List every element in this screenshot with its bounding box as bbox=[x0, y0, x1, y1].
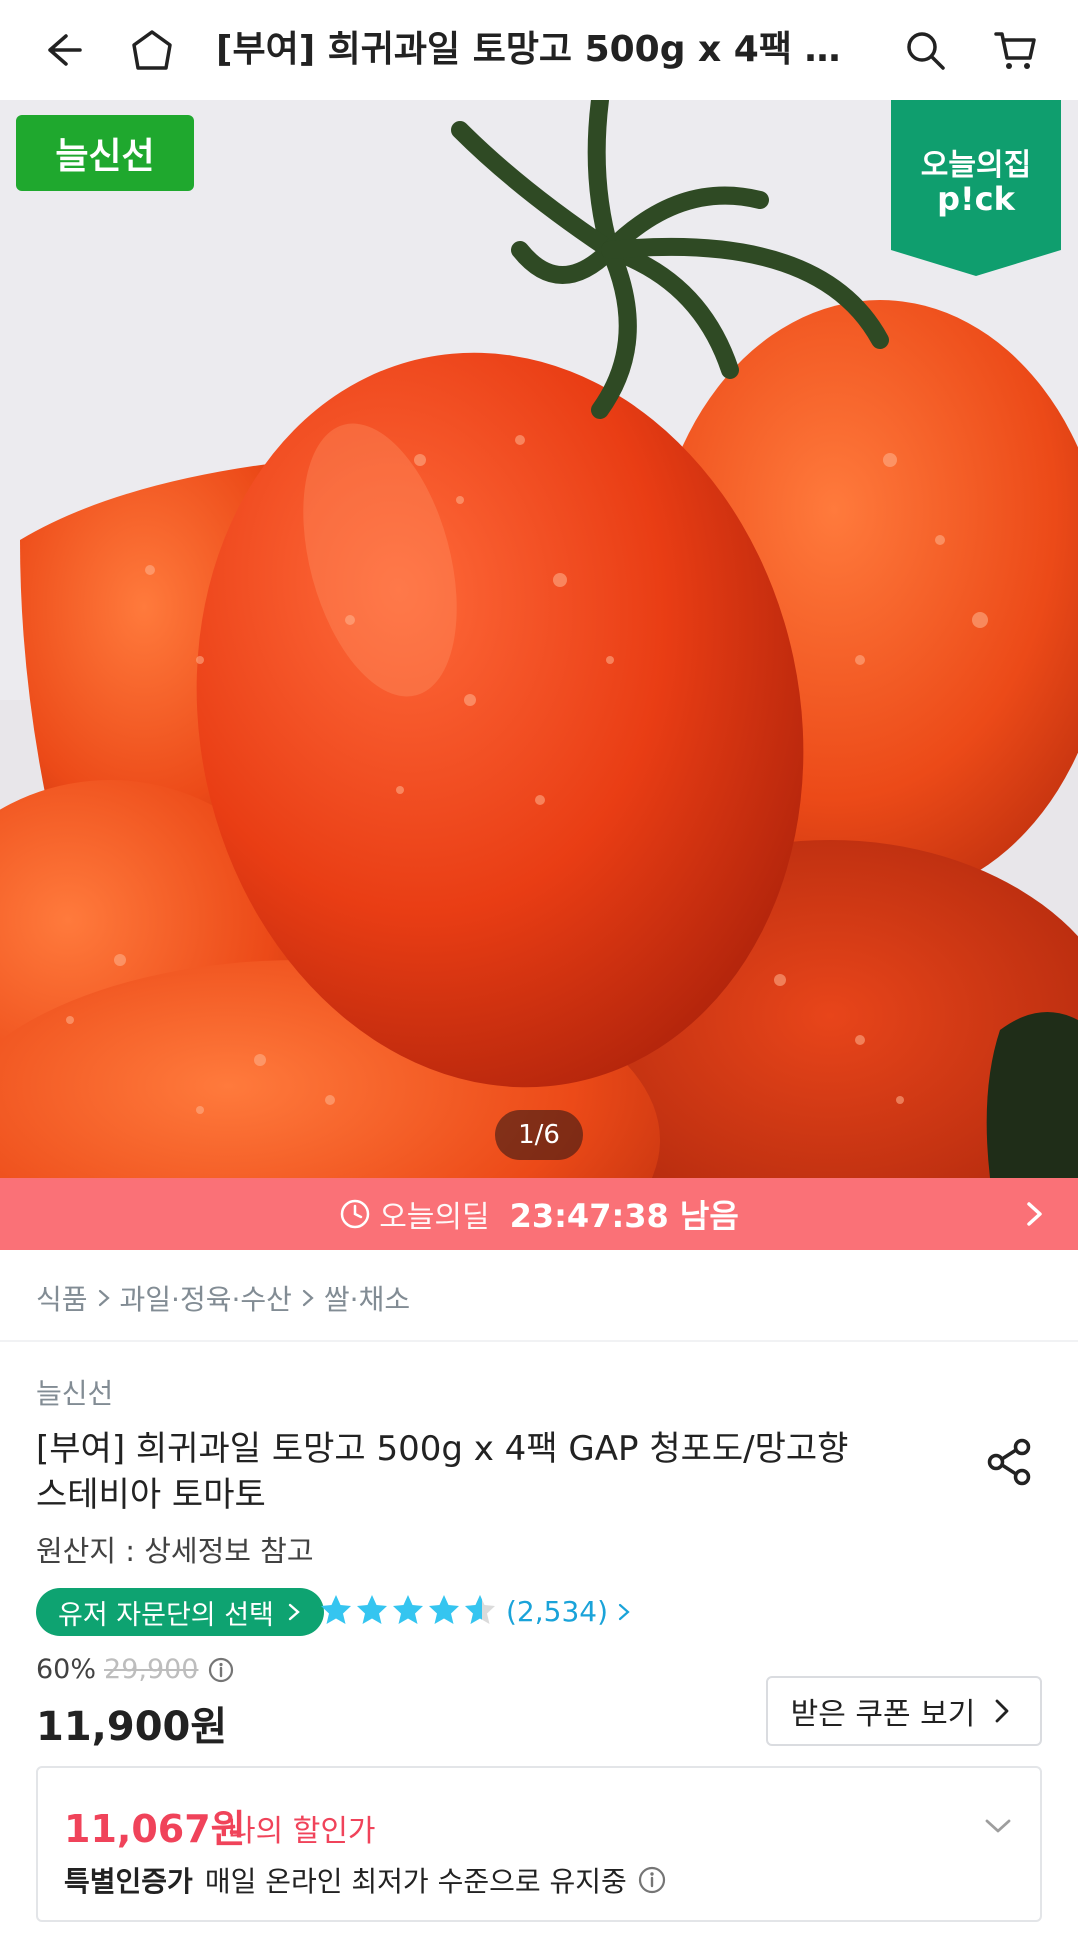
star-full-icon bbox=[357, 1595, 387, 1624]
special-price-label: 특별인증가 bbox=[64, 1865, 193, 1898]
review-count-link[interactable]: (2,534) bbox=[506, 1592, 634, 1632]
pick-badge-line1: 오늘의집 bbox=[920, 148, 1032, 183]
back-button[interactable] bbox=[34, 22, 90, 78]
breadcrumb-item-fruit-meat-seafood[interactable]: 과일·정육·수산 bbox=[120, 1278, 292, 1318]
top-app-bar: [부여] 희귀과일 토망고 500g x 4팩 GA… bbox=[0, 0, 1078, 100]
chevron-right-icon bbox=[1027, 1202, 1042, 1226]
view-coupons-button[interactable]: 받은 쿠폰 보기 bbox=[766, 1676, 1042, 1746]
sale-price: 11,900원 bbox=[36, 1704, 228, 1750]
today-deal-bar[interactable]: 오늘의딜 23:47:38 남음 bbox=[0, 1178, 1078, 1250]
user-panel-choice-badge[interactable]: 유저 자문단의 선택 bbox=[36, 1588, 324, 1636]
search-icon bbox=[907, 32, 945, 70]
share-button[interactable] bbox=[982, 1434, 1038, 1490]
deal-countdown: 23:47:38 남음 bbox=[509, 1197, 739, 1235]
breadcrumb-item-food[interactable]: 식품 bbox=[36, 1278, 88, 1318]
page-title: [부여] 희귀과일 토망고 500g x 4팩 GA… bbox=[216, 29, 856, 70]
coupon-button-label: 받은 쿠폰 보기 bbox=[790, 1697, 976, 1732]
home-button[interactable] bbox=[124, 22, 180, 78]
review-count: (2,534) bbox=[506, 1595, 609, 1628]
share-icon bbox=[987, 1438, 1031, 1486]
star-full-icon bbox=[393, 1595, 423, 1624]
original-price: 29,900 bbox=[104, 1654, 199, 1685]
chevron-down-icon bbox=[985, 1819, 1011, 1833]
breadcrumb-item-rice-vegetables[interactable]: 쌀·채소 bbox=[324, 1278, 410, 1318]
brand-link[interactable]: 늘신선 bbox=[36, 1372, 113, 1412]
fresh-brand-badge: 늘신선 bbox=[16, 115, 194, 191]
product-name-line2: 스테비아 토마토 bbox=[36, 1475, 266, 1515]
cart-button[interactable] bbox=[988, 22, 1044, 78]
chevron-right-icon bbox=[302, 1289, 314, 1307]
deal-label: 오늘의딜 bbox=[379, 1200, 490, 1235]
product-name: [부여] 희귀과일 토망고 500g x 4팩 GAP 청포도/망고향 스테비아… bbox=[36, 1426, 916, 1518]
star-half-icon bbox=[465, 1595, 495, 1624]
chevron-right-icon bbox=[995, 1699, 1009, 1723]
info-icon[interactable] bbox=[637, 1865, 667, 1895]
home-icon bbox=[132, 30, 172, 70]
my-discount-price-panel[interactable]: 11,067원 나의 할인가 특별인증가 매일 온라인 최저가 수준으로 유지중 bbox=[36, 1766, 1042, 1922]
cart-icon bbox=[994, 32, 1036, 69]
star-full-icon bbox=[429, 1595, 459, 1624]
special-certified-price-note: 특별인증가 매일 온라인 최저가 수준으로 유지중 bbox=[64, 1860, 667, 1900]
clock-icon bbox=[340, 1199, 370, 1229]
chevron-right-icon bbox=[618, 1603, 630, 1621]
star-full-icon bbox=[321, 1595, 351, 1624]
image-pager-indicator: 1/6 bbox=[495, 1110, 583, 1160]
search-button[interactable] bbox=[897, 22, 953, 78]
discount-row: 60% 29,900 bbox=[36, 1654, 235, 1685]
panel-badge-label: 유저 자문단의 선택 bbox=[58, 1599, 274, 1631]
special-price-description: 매일 온라인 최저가 수준으로 유지중 bbox=[204, 1865, 627, 1898]
discount-percent: 60% bbox=[36, 1654, 97, 1685]
section-divider bbox=[0, 1340, 1078, 1342]
pick-badge-line2: p!ck bbox=[937, 180, 1015, 218]
pick-badge: 오늘의집 p!ck bbox=[891, 100, 1061, 276]
origin-info: 원산지 : 상세정보 참고 bbox=[36, 1534, 314, 1568]
product-name-line1: [부여] 희귀과일 토망고 500g x 4팩 GAP 청포도/망고향 bbox=[36, 1429, 849, 1469]
breadcrumb: 식품 과일·정육·수산 쌀·채소 bbox=[36, 1278, 410, 1318]
info-icon[interactable] bbox=[207, 1656, 235, 1684]
chevron-right-icon bbox=[98, 1289, 110, 1307]
rating-stars bbox=[318, 1592, 498, 1628]
chevron-right-icon bbox=[288, 1603, 300, 1621]
arrow-left-icon bbox=[48, 34, 82, 66]
my-discount-price: 11,067원 bbox=[64, 1807, 246, 1851]
my-discount-label: 나의 할인가 bbox=[228, 1814, 376, 1849]
